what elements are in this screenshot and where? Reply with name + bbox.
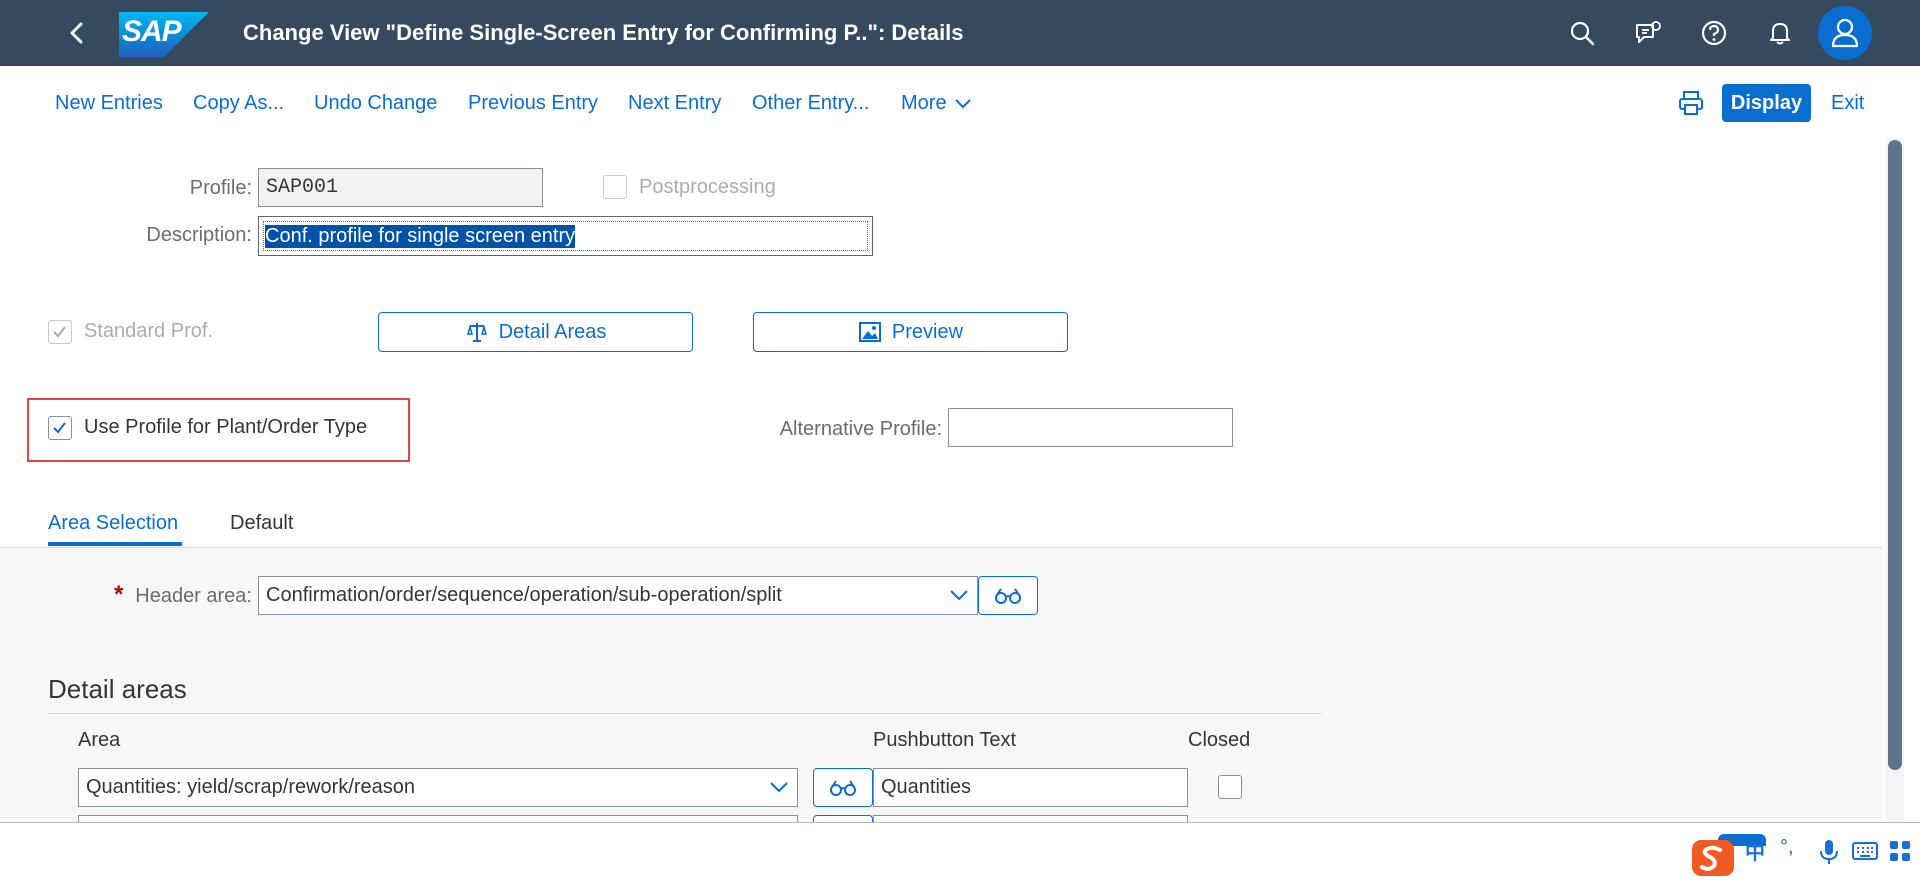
tab-area-selection[interactable]: Area Selection bbox=[48, 512, 178, 535]
alternative-profile-label: Alternative Profile: bbox=[779, 418, 942, 440]
table-row-partial bbox=[78, 815, 798, 822]
detail-areas-label: Detail Areas bbox=[498, 320, 607, 343]
ime-punctuation-toggle[interactable]: °, bbox=[1780, 836, 1794, 866]
header-area-value-help-button[interactable] bbox=[978, 576, 1038, 615]
table-row-partial-field bbox=[873, 815, 1188, 822]
shell-bar: SAP Change View "Define Single-Screen En… bbox=[0, 0, 1920, 66]
alternative-profile-field[interactable] bbox=[948, 408, 1233, 447]
standard-prof-label: Standard Prof. bbox=[84, 320, 213, 342]
column-header-area: Area bbox=[78, 729, 121, 751]
user-avatar[interactable] bbox=[1818, 6, 1872, 60]
ime-apps-icon[interactable] bbox=[1888, 838, 1912, 864]
previous-entry-button[interactable]: Previous Entry bbox=[468, 92, 598, 115]
section-divider bbox=[48, 713, 1322, 714]
column-header-closed: Closed bbox=[1188, 729, 1251, 751]
balance-scale-icon bbox=[466, 323, 487, 342]
preview-button[interactable]: Preview bbox=[753, 312, 1068, 352]
description-field[interactable]: Conf. profile for single screen entry bbox=[258, 216, 873, 256]
checkmark-icon bbox=[53, 422, 66, 434]
use-profile-checkbox[interactable] bbox=[48, 416, 72, 440]
keyboard-icon[interactable] bbox=[1852, 840, 1878, 862]
detail-areas-button[interactable]: Detail Areas bbox=[378, 312, 693, 352]
copy-as-button[interactable]: Copy As... bbox=[193, 92, 284, 115]
glasses-icon bbox=[995, 587, 1021, 604]
next-entry-button[interactable]: Next Entry bbox=[628, 92, 721, 115]
closed-checkbox[interactable] bbox=[1218, 775, 1242, 799]
sogou-ime-icon[interactable] bbox=[1690, 838, 1736, 878]
postprocessing-checkbox[interactable] bbox=[603, 175, 627, 199]
area-value: Quantities: yield/scrap/rework/reason bbox=[86, 776, 416, 798]
preview-label: Preview bbox=[891, 320, 964, 343]
logo-text: SAP bbox=[122, 15, 182, 48]
other-entry-button[interactable]: Other Entry... bbox=[752, 92, 869, 115]
checkmark-icon bbox=[53, 326, 66, 338]
column-header-pushbutton-text: Pushbutton Text bbox=[873, 729, 1017, 751]
new-entries-button[interactable]: New Entries bbox=[55, 92, 163, 115]
tab-default[interactable]: Default bbox=[230, 512, 293, 535]
description-value: Conf. profile for single screen entry bbox=[265, 224, 576, 248]
notification-icon[interactable] bbox=[1765, 18, 1795, 48]
pushbutton-text-field[interactable]: Quantities bbox=[873, 768, 1188, 807]
standard-prof-checkbox[interactable] bbox=[48, 320, 72, 344]
search-icon[interactable] bbox=[1567, 18, 1597, 48]
profile-label: Profile: bbox=[189, 177, 252, 199]
more-label: More bbox=[901, 92, 947, 114]
help-icon[interactable] bbox=[1699, 18, 1729, 48]
image-icon bbox=[858, 322, 881, 342]
ime-language-toggle[interactable]: 中 bbox=[1745, 836, 1765, 866]
table-row-partial-button bbox=[813, 815, 873, 822]
header-area-select[interactable]: Confirmation/order/sequence/operation/su… bbox=[258, 576, 978, 615]
detail-areas-title: Detail areas bbox=[48, 674, 187, 704]
back-icon[interactable] bbox=[62, 18, 92, 48]
user-icon bbox=[1831, 18, 1859, 48]
page-title: Change View "Define Single-Screen Entry … bbox=[243, 20, 964, 45]
display-button[interactable]: Display bbox=[1722, 84, 1811, 122]
feedback-icon[interactable] bbox=[1633, 18, 1663, 48]
microphone-icon[interactable] bbox=[1818, 838, 1840, 866]
profile-field[interactable]: SAP001 bbox=[258, 168, 543, 207]
header-area-label: Header area: bbox=[135, 585, 252, 607]
footer-bar bbox=[0, 822, 1920, 881]
chevron-down-icon bbox=[770, 782, 788, 793]
more-button[interactable]: More bbox=[901, 92, 972, 115]
chevron-down-icon bbox=[950, 590, 968, 601]
undo-change-button[interactable]: Undo Change bbox=[314, 92, 437, 115]
use-profile-label: Use Profile for Plant/Order Type bbox=[84, 416, 368, 438]
print-icon[interactable] bbox=[1676, 89, 1706, 117]
area-value-help-button[interactable] bbox=[813, 768, 873, 807]
postprocessing-label: Postprocessing bbox=[639, 176, 776, 198]
description-label: Description: bbox=[146, 224, 252, 246]
chevron-down-icon bbox=[955, 99, 971, 109]
sap-logo[interactable]: SAP bbox=[119, 12, 209, 57]
exit-button[interactable]: Exit bbox=[1831, 92, 1864, 115]
area-select[interactable]: Quantities: yield/scrap/rework/reason bbox=[78, 768, 798, 807]
glasses-icon bbox=[830, 779, 856, 796]
tab-selected-indicator bbox=[48, 542, 182, 546]
header-area-value: Confirmation/order/sequence/operation/su… bbox=[266, 584, 782, 606]
scrollbar-thumb[interactable] bbox=[1888, 140, 1902, 770]
